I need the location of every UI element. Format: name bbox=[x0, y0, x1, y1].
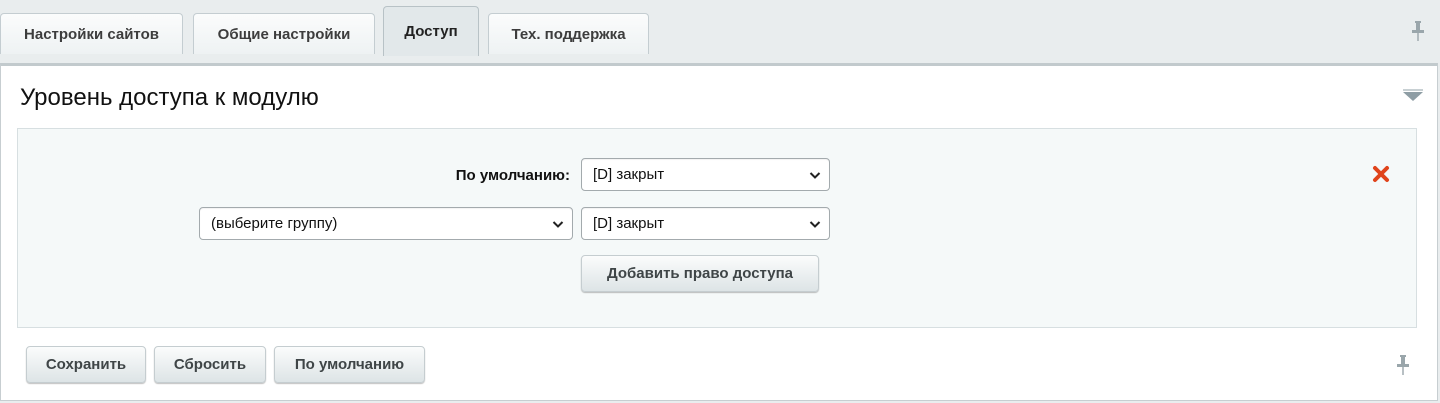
chevron-down-icon bbox=[552, 221, 564, 228]
tab-access[interactable]: Доступ bbox=[383, 6, 479, 56]
delete-icon[interactable] bbox=[1372, 165, 1390, 183]
tabs-bar: Настройки сайтов Общие настройки Доступ … bbox=[0, 0, 1440, 63]
group-access-select[interactable]: [D] закрыт bbox=[581, 207, 830, 240]
tab-tech-support[interactable]: Тех. поддержка bbox=[488, 13, 649, 54]
group-access-select-value: [D] закрыт bbox=[593, 215, 665, 232]
reset-button[interactable]: Сбросить bbox=[154, 346, 266, 383]
default-access-select[interactable]: [D] закрыт bbox=[581, 158, 830, 191]
collapse-arrow-icon[interactable] bbox=[1403, 89, 1423, 101]
default-access-label: По умолчанию: bbox=[455, 167, 570, 184]
add-access-right-button[interactable]: Добавить право доступа bbox=[581, 255, 819, 292]
pin-icon[interactable] bbox=[1410, 20, 1426, 42]
group-select-value: (выберите группу) bbox=[211, 215, 338, 232]
chevron-down-icon bbox=[809, 221, 821, 228]
pin-icon[interactable] bbox=[1395, 354, 1411, 376]
chevron-down-icon bbox=[809, 172, 821, 179]
access-form: По умолчанию: [D] закрыт (выберите групп… bbox=[17, 128, 1417, 328]
tab-site-settings[interactable]: Настройки сайтов bbox=[0, 13, 183, 54]
tab-general-settings[interactable]: Общие настройки bbox=[193, 13, 375, 54]
save-button[interactable]: Сохранить bbox=[26, 346, 146, 383]
section-title: Уровень доступа к модулю bbox=[20, 84, 319, 111]
restore-defaults-button[interactable]: По умолчанию bbox=[274, 346, 425, 383]
group-select[interactable]: (выберите группу) bbox=[199, 207, 573, 240]
settings-panel: Уровень доступа к модулю По умолчанию: [… bbox=[0, 63, 1438, 401]
default-access-select-value: [D] закрыт bbox=[593, 166, 665, 183]
